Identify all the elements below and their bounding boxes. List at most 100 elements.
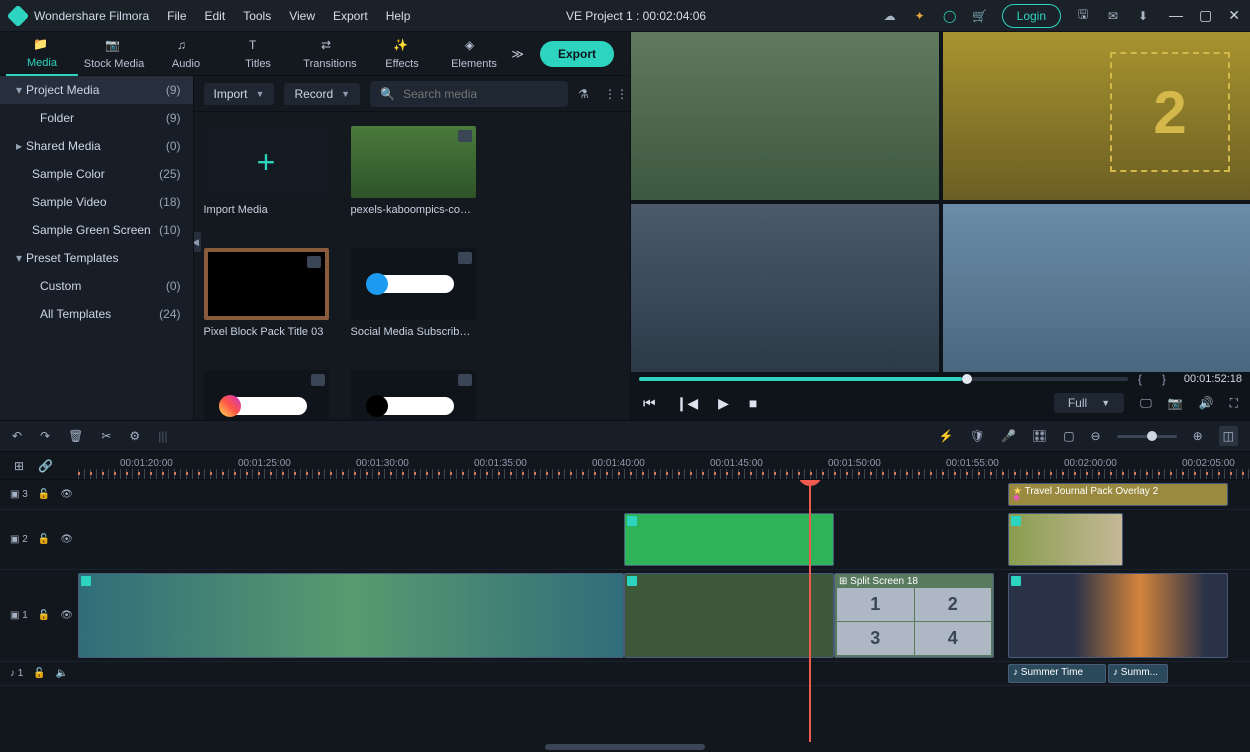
zoom-in-button[interactable]: ⊕: [1193, 429, 1203, 443]
tab-stock-media[interactable]: 📷 Stock Media: [78, 32, 150, 76]
link-icon[interactable]: 🔗: [38, 459, 53, 473]
timeline-clip[interactable]: [624, 513, 834, 566]
audio-icon[interactable]: |||: [158, 429, 167, 443]
mail-icon[interactable]: ✉: [1105, 8, 1121, 24]
sidebar-item-sample-video[interactable]: Sample Video(18): [0, 188, 193, 216]
tab-elements[interactable]: ◈ Elements: [438, 32, 510, 76]
timeline-audio-clip[interactable]: ♪ Summ...: [1108, 664, 1168, 683]
sidebar-item-sample-color[interactable]: Sample Color(25): [0, 160, 193, 188]
mark-in-icon[interactable]: {: [1138, 372, 1142, 386]
timeline-audio-clip[interactable]: ♪ Summer Time: [1008, 664, 1106, 683]
marker-icon[interactable]: 🛡: [970, 429, 985, 443]
search-box[interactable]: 🔍: [370, 81, 568, 107]
redo-button[interactable]: ↷: [40, 429, 50, 443]
menu-view[interactable]: View: [289, 9, 315, 23]
media-card[interactable]: pexels-kaboompics-com-...: [351, 126, 476, 216]
zoom-slider[interactable]: [1117, 435, 1177, 438]
timeline-clip[interactable]: [78, 573, 624, 658]
grid-view-icon[interactable]: ⋮⋮⋮: [604, 87, 620, 101]
sidebar-item-all-templates[interactable]: All Templates(24): [0, 300, 193, 328]
media-card[interactable]: Social Media Subscribe P...: [351, 248, 476, 338]
preview-canvas[interactable]: 2: [631, 32, 1250, 372]
seek-knob[interactable]: [962, 374, 972, 384]
timeline-clip[interactable]: [624, 573, 834, 658]
eye-icon[interactable]: 👁: [60, 489, 73, 500]
record-dropdown[interactable]: Record▼: [284, 83, 360, 105]
menu-export[interactable]: Export: [333, 9, 368, 23]
adjust-icon[interactable]: ⚙: [129, 429, 140, 443]
preview-seekbar[interactable]: { } 00:01:52:18: [631, 372, 1250, 386]
preview-controls: ⏮ ❙◀ ▶ ■ Full▼ 🖵 📷 🔊 ⛶: [631, 386, 1250, 420]
fit-icon[interactable]: ◫: [1219, 426, 1238, 446]
cloud-icon[interactable]: ☁: [882, 8, 898, 24]
playhead[interactable]: ✂: [809, 480, 811, 742]
tab-titles[interactable]: T Titles: [222, 32, 294, 76]
close-button[interactable]: ✕: [1228, 7, 1240, 24]
export-button[interactable]: Export: [540, 41, 614, 67]
lock-icon[interactable]: 🔓: [38, 534, 50, 545]
quality-dropdown[interactable]: Full▼: [1054, 393, 1124, 413]
import-dropdown[interactable]: Import▼: [204, 83, 275, 105]
sparkle-icon[interactable]: ✦: [912, 8, 928, 24]
display-icon[interactable]: 🖵: [1140, 396, 1152, 411]
timeline-ruler[interactable]: 00:01:20:00 00:01:25:00 00:01:30:00 00:0…: [78, 452, 1250, 479]
stop-button[interactable]: ■: [749, 395, 757, 412]
tab-transitions[interactable]: ⇄ Transitions: [294, 32, 366, 76]
minimize-button[interactable]: —: [1169, 7, 1183, 24]
mark-out-icon[interactable]: }: [1162, 372, 1166, 386]
headset-icon[interactable]: ◯: [942, 8, 958, 24]
menu-edit[interactable]: Edit: [205, 9, 226, 23]
lock-icon[interactable]: 🔓: [38, 489, 50, 500]
prev-frame-button[interactable]: ⏮: [643, 395, 656, 412]
media-card[interactable]: Social Media Subscribe P...: [351, 370, 476, 420]
maximize-button[interactable]: ▢: [1199, 7, 1212, 24]
sidebar-item-sample-green-screen[interactable]: Sample Green Screen(10): [0, 216, 193, 244]
tab-effects[interactable]: ✨ Effects: [366, 32, 438, 76]
timeline-clip[interactable]: ★ Travel Journal Pack Overlay 2 ◆: [1008, 483, 1228, 506]
menu-help[interactable]: Help: [386, 9, 411, 23]
undo-button[interactable]: ↶: [12, 429, 22, 443]
tab-audio[interactable]: ♫ Audio: [150, 32, 222, 76]
volume-icon[interactable]: 🔊: [1199, 396, 1214, 410]
media-import-card[interactable]: + Import Media: [204, 126, 329, 216]
lock-icon[interactable]: 🔓: [38, 610, 50, 621]
eye-icon[interactable]: 👁: [60, 534, 73, 545]
media-card[interactable]: Social Media Subscribe P...: [204, 370, 329, 420]
timeline-clip[interactable]: [1008, 573, 1228, 658]
sidebar-item-preset-templates[interactable]: ▾Preset Templates: [0, 244, 193, 272]
render-icon[interactable]: ⚡: [939, 429, 954, 443]
lock-icon[interactable]: 🔓: [33, 668, 45, 679]
mute-icon[interactable]: 🔈: [56, 668, 68, 679]
mixer-icon[interactable]: 🎛: [1032, 429, 1047, 443]
sidebar-item-custom[interactable]: Custom(0): [0, 272, 193, 300]
menu-tools[interactable]: Tools: [243, 9, 271, 23]
horizontal-scrollbar[interactable]: [0, 742, 1250, 752]
download-icon[interactable]: ⬇: [1135, 8, 1151, 24]
fullscreen-icon[interactable]: ⛶: [1230, 396, 1238, 411]
menu-file[interactable]: File: [167, 9, 186, 23]
login-button[interactable]: Login: [1002, 4, 1061, 28]
eye-icon[interactable]: 👁: [60, 610, 73, 621]
media-card[interactable]: Pixel Block Pack Title 03: [204, 248, 329, 338]
tabs-more-button[interactable]: ≫: [511, 47, 524, 61]
voiceover-icon[interactable]: 🎤: [1001, 429, 1016, 443]
sidebar-item-project-media[interactable]: ▾Project Media(9): [0, 76, 193, 104]
step-back-button[interactable]: ❙◀: [676, 395, 699, 412]
play-button[interactable]: ▶: [718, 395, 729, 412]
crop-icon[interactable]: ▢: [1063, 429, 1074, 443]
zoom-out-button[interactable]: ⊖: [1091, 429, 1101, 443]
sidebar-item-shared-media[interactable]: ▸Shared Media(0): [0, 132, 193, 160]
snapshot-icon[interactable]: 📷: [1168, 396, 1183, 410]
cart-icon[interactable]: 🛒: [972, 8, 988, 24]
split-button[interactable]: ✂: [101, 429, 111, 443]
tab-media[interactable]: 📁 Media: [6, 32, 78, 76]
sidebar-item-folder[interactable]: Folder(9): [0, 104, 193, 132]
timeline-clip-splitscreen[interactable]: ⊞ Split Screen 18 1 2 3 4: [834, 573, 994, 658]
collapse-handle[interactable]: ◀: [194, 232, 201, 252]
delete-button[interactable]: 🗑: [68, 429, 83, 443]
save-icon[interactable]: 🖫: [1075, 8, 1091, 24]
filter-icon[interactable]: ⚗: [578, 87, 594, 101]
search-input[interactable]: [403, 87, 558, 101]
timeline-clip[interactable]: [1008, 513, 1123, 566]
track-manager-icon[interactable]: ⊞: [14, 459, 24, 473]
